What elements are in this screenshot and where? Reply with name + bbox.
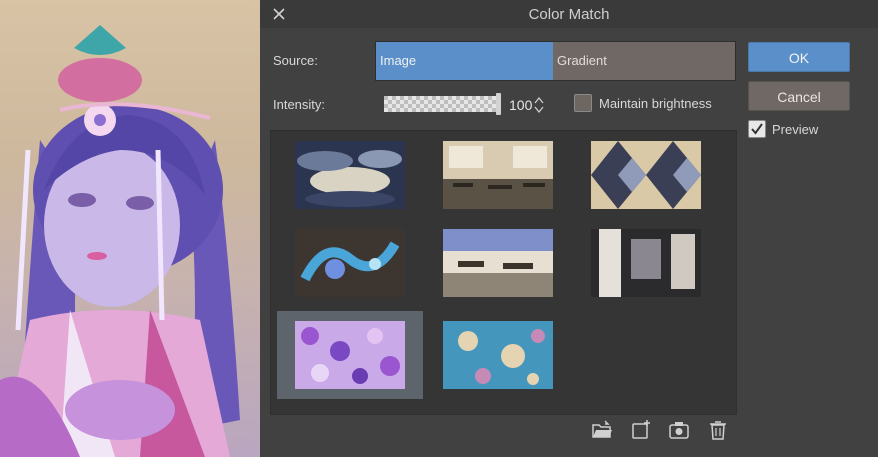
thumbnail-grid — [270, 130, 737, 415]
thumbnail-classroom[interactable] — [425, 131, 571, 219]
thumbnail-kaleidoscope[interactable] — [573, 131, 719, 219]
thumbnail-cafeteria[interactable] — [425, 219, 571, 307]
dialog-title: Color Match — [528, 6, 610, 23]
title-bar: Color Match — [260, 0, 878, 28]
intensity-label: Intensity: — [273, 97, 326, 112]
canvas-artwork — [0, 0, 260, 457]
intensity-slider[interactable] — [384, 96, 498, 112]
spin-arrows-icon[interactable] — [534, 95, 544, 115]
trash-icon[interactable] — [707, 419, 729, 441]
maintain-brightness-checkbox[interactable] — [574, 94, 592, 112]
open-folder-icon[interactable] — [591, 419, 613, 441]
color-match-dialog: Color Match Source: Image Gradient Inten… — [260, 0, 878, 457]
ok-button[interactable]: OK — [748, 42, 850, 72]
classroom-image — [443, 141, 553, 209]
blue-floral-image — [443, 321, 553, 389]
purple-floral-image — [295, 321, 405, 389]
source-selector: Image Gradient — [375, 41, 736, 81]
source-option-image[interactable]: Image — [376, 42, 553, 80]
thumbnail-blue-splash[interactable] — [277, 219, 423, 307]
preview-checkbox[interactable] — [748, 120, 766, 138]
thumbnail-purple-floral[interactable] — [277, 311, 423, 399]
cafeteria-image — [443, 229, 553, 297]
cancel-button[interactable]: Cancel — [748, 81, 850, 111]
portrait-illustration — [0, 25, 240, 457]
clouds-image — [295, 141, 405, 209]
checkmark-icon — [751, 123, 763, 135]
add-image-icon[interactable] — [630, 419, 652, 441]
intensity-value[interactable]: 100 — [509, 97, 532, 113]
maintain-brightness-label: Maintain brightness — [599, 96, 712, 111]
thumbnail-clouds[interactable] — [277, 131, 423, 219]
camera-icon[interactable] — [668, 419, 690, 441]
thumbnail-street[interactable] — [573, 219, 719, 307]
preview-label: Preview — [772, 122, 819, 137]
street-image — [591, 229, 701, 297]
intensity-slider-handle[interactable] — [496, 93, 501, 115]
source-label: Source: — [273, 53, 318, 68]
kaleidoscope-image — [591, 141, 701, 209]
source-option-gradient[interactable]: Gradient — [553, 42, 735, 80]
thumbnail-blue-floral[interactable] — [425, 311, 571, 399]
blue-splash-image — [295, 229, 405, 297]
